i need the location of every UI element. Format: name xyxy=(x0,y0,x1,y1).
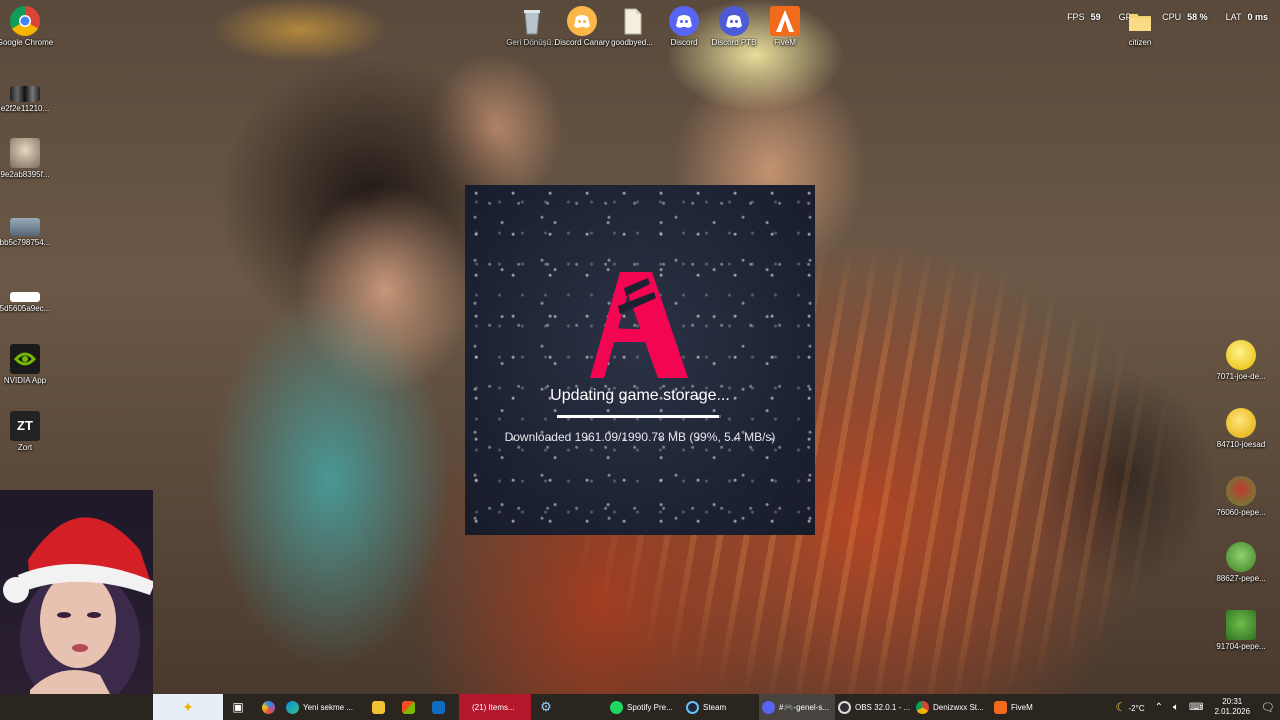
settings-app-icon: ⚙ xyxy=(540,699,552,714)
copilot-icon xyxy=(261,700,275,714)
steam-icon xyxy=(686,700,699,714)
taskbar: ✦ ▣ Yeni sekme ... (21) Items... ⚙ Spoti… xyxy=(0,694,1280,720)
mail-icon xyxy=(431,700,445,714)
zort-icon: ZT xyxy=(10,411,40,441)
taskbar-mail[interactable] xyxy=(423,694,453,720)
desktop-icon-citizen[interactable]: citizen xyxy=(1109,6,1171,48)
taskbar-spotify[interactable]: Spotify Pre... xyxy=(607,694,683,720)
taskbar-store[interactable] xyxy=(393,694,423,720)
clock[interactable]: 20:31 2.01.2026 xyxy=(1214,697,1250,717)
taskbar-settings-app[interactable]: ⚙ xyxy=(531,694,561,720)
discord-ptb-icon xyxy=(719,6,749,36)
taskbar-fivem[interactable]: FiveM xyxy=(991,694,1067,720)
download-progress-fill xyxy=(557,415,720,418)
system-tray: ☾ -2°C ⌃ 🔈︎ ⌨︎ 20:31 2.01.2026 🗨︎ xyxy=(1111,694,1280,720)
moon-icon: ☾ xyxy=(1115,700,1127,714)
taskbar-discord[interactable]: #🎮-genel-s... xyxy=(759,694,835,720)
desktop-icon-pepe-1[interactable]: 76060-pepe... xyxy=(1210,476,1272,518)
taskbar-steam[interactable]: Steam xyxy=(683,694,759,720)
recycle-bin-icon xyxy=(517,6,547,36)
clock-date: 2.01.2026 xyxy=(1214,707,1251,716)
desktop-icon-image-3[interactable]: bb5c798754... xyxy=(0,218,56,248)
taskbar-edge[interactable]: Yeni sekme ... xyxy=(283,694,363,720)
emoji-image-icon xyxy=(1226,340,1256,370)
desktop-icon-joesad[interactable]: 84710-joesad xyxy=(1210,408,1272,450)
desktop-icon-zort[interactable]: ZT Zort xyxy=(0,411,56,453)
discord-icon xyxy=(762,700,775,714)
emoji-image-icon xyxy=(1226,408,1256,438)
folder-icon xyxy=(1125,6,1155,36)
taskbar-copilot[interactable] xyxy=(253,694,283,720)
fivem-loading-window: Updating game storage... Downloaded 1961… xyxy=(465,185,815,535)
image-file-icon xyxy=(10,292,40,302)
webcam-avatar-image xyxy=(3,517,153,694)
file-icon xyxy=(617,6,647,36)
taskbar-file-explorer[interactable] xyxy=(363,694,393,720)
desktop-icon-joe-emoji[interactable]: 7071-joe-de... xyxy=(1210,340,1272,382)
store-icon xyxy=(401,700,415,714)
tray-overflow-chevron-icon[interactable]: ⌃ xyxy=(1155,702,1163,713)
discord-canary-icon xyxy=(567,6,597,36)
image-file-icon xyxy=(10,218,40,236)
file-explorer-icon xyxy=(371,700,385,714)
download-progress-text: Downloaded 1961.09/1990.78 MB (99%, 5.4 … xyxy=(504,430,776,444)
webcam-overlay xyxy=(0,490,153,694)
item-icon xyxy=(462,701,468,714)
weather-widget[interactable]: ☾ -2°C xyxy=(1116,700,1145,714)
image-file-icon xyxy=(10,138,40,168)
lat-readout: LAT 0 ms xyxy=(1225,12,1268,22)
fps-readout: FPS 59 xyxy=(1067,12,1101,22)
language-icon[interactable]: ⌨︎ xyxy=(1189,702,1203,713)
desktop-icon-image-4[interactable]: 5d5605a9ec... xyxy=(0,292,56,314)
desktop-icon-image-2[interactable]: 9e2ab8395f... xyxy=(0,138,56,180)
taskbar-chrome[interactable]: Denizwxx St... xyxy=(913,694,991,720)
chrome-icon xyxy=(916,700,929,714)
spotify-icon xyxy=(610,700,623,714)
image-file-icon xyxy=(10,86,40,102)
clock-time: 20:31 xyxy=(1222,697,1243,706)
obs-icon xyxy=(838,700,851,714)
desktop-icon-pepe-2[interactable]: 88627-pepe... xyxy=(1210,542,1272,584)
edge-icon xyxy=(286,700,299,714)
taskbar-items-window[interactable]: (21) Items... xyxy=(459,694,531,720)
task-view-icon: ▣ xyxy=(232,700,244,714)
download-progress-bar xyxy=(557,415,721,418)
desktop-icon-pepe-3[interactable]: 91704-pepe... xyxy=(1210,610,1272,652)
desktop-icon-image-1[interactable]: e2f2e11210... xyxy=(0,86,56,114)
desktop-icon-nvidia-app[interactable]: NVIDIA App xyxy=(0,344,56,386)
desktop-icon-google-chrome[interactable]: Google Chrome xyxy=(0,6,56,48)
taskbar-search-widget[interactable]: ✦ xyxy=(153,694,223,720)
copilot-sparkle-icon: ✦ xyxy=(182,698,194,715)
desktop-icon-fivem[interactable]: FiveM xyxy=(754,6,816,48)
taskbar-obs[interactable]: OBS 32.0.1 - ... xyxy=(835,694,913,720)
fivem-icon xyxy=(770,6,800,36)
fivem-logo-icon xyxy=(590,272,688,378)
notification-icon[interactable]: 🗨︎ xyxy=(1261,701,1275,714)
volume-icon[interactable]: 🔈︎ xyxy=(1173,702,1179,713)
taskbar-task-view[interactable]: ▣ xyxy=(223,694,253,720)
emoji-image-icon xyxy=(1226,542,1256,572)
loading-status-text: Updating game storage... xyxy=(550,387,730,404)
fivem-icon xyxy=(994,700,1007,714)
discord-icon xyxy=(669,6,699,36)
chrome-icon xyxy=(10,6,40,36)
emoji-image-icon xyxy=(1226,476,1256,506)
emoji-image-icon xyxy=(1226,610,1256,640)
nvidia-icon xyxy=(10,344,40,374)
performance-overlay: FPS 59 GPU CPU 58 % LAT 0 ms xyxy=(1067,12,1280,26)
